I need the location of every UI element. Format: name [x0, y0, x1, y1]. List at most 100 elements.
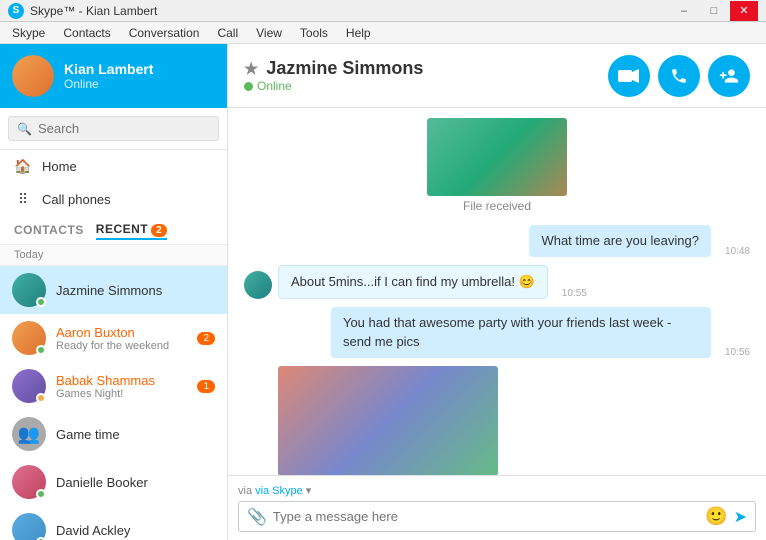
tab-recent[interactable]: RECENT2: [96, 222, 167, 240]
menu-bar: Skype Contacts Conversation Call View To…: [0, 22, 766, 44]
contact-name-jazmine: Jazmine Simmons: [56, 283, 215, 298]
status-dot-babak: [36, 393, 46, 403]
titlebar-left: S Skype™ - Kian Lambert: [8, 3, 157, 19]
chat-header: ★ Jazmine Simmons Online: [228, 44, 766, 108]
chat-status-label: Online: [257, 79, 292, 93]
chat-header-name: ★ Jazmine Simmons: [244, 58, 423, 79]
emoji-button[interactable]: 🙂: [705, 506, 727, 527]
skype-logo: S: [8, 3, 24, 19]
contact-name-danielle: Danielle Booker: [56, 475, 215, 490]
contact-name-babak: Babak Shammas: [56, 373, 187, 388]
contact-avatar-aaron: [12, 321, 46, 355]
search-input[interactable]: [38, 121, 210, 136]
tab-contacts[interactable]: CONTACTS: [14, 223, 84, 239]
contact-danielle[interactable]: Danielle Booker: [0, 458, 227, 506]
add-contact-icon: [719, 66, 739, 86]
contact-avatar-jazmine: [12, 273, 46, 307]
contact-info-aaron: Aaron Buxton Ready for the weekend: [56, 325, 187, 352]
menu-help[interactable]: Help: [338, 24, 379, 42]
via-skype-link[interactable]: via Skype: [255, 485, 303, 497]
contact-avatar-babak: [12, 369, 46, 403]
close-button[interactable]: ✕: [730, 1, 758, 21]
message-row: 10:56 You had that awesome party with yo…: [244, 307, 750, 357]
menu-call[interactable]: Call: [209, 24, 246, 42]
maximize-button[interactable]: □: [700, 1, 728, 21]
profile-name: Kian Lambert: [64, 61, 215, 77]
contact-info-babak: Babak Shammas Games Night!: [56, 373, 187, 400]
message-bubble: About 5mins...if I can find my umbrella!…: [278, 265, 548, 299]
menu-view[interactable]: View: [248, 24, 290, 42]
sender-avatar: [244, 271, 272, 299]
sidebar: Kian Lambert Online 🔍 🏠 Home ⠿ Call phon…: [0, 44, 228, 540]
recent-label: RECENT: [96, 222, 148, 236]
profile-status: Online: [64, 77, 215, 91]
search-icon: 🔍: [17, 122, 32, 136]
dropdown-icon[interactable]: ▾: [306, 484, 312, 497]
title-bar: S Skype™ - Kian Lambert – □ ✕: [0, 0, 766, 22]
file-received-label: File received: [463, 199, 531, 213]
profile-area: Kian Lambert Online: [0, 44, 227, 108]
contact-sub-babak: Games Night!: [56, 388, 187, 400]
contact-jazmine[interactable]: Jazmine Simmons: [0, 266, 227, 314]
recent-badge: 2: [151, 224, 167, 237]
add-contact-button[interactable]: [708, 55, 750, 97]
send-button[interactable]: ➤: [734, 507, 747, 527]
contacts-tabs: CONTACTS RECENT2: [0, 216, 227, 245]
call-button[interactable]: [658, 55, 700, 97]
status-dot-aaron: [36, 345, 46, 355]
contact-babak[interactable]: Babak Shammas Games Night! 1: [0, 362, 227, 410]
menu-conversation[interactable]: Conversation: [121, 24, 208, 42]
video-call-button[interactable]: [608, 55, 650, 97]
contact-sub-aaron: Ready for the weekend: [56, 340, 187, 352]
main-layout: Kian Lambert Online 🔍 🏠 Home ⠿ Call phon…: [0, 44, 766, 540]
received-image: [427, 118, 567, 196]
window-title: Skype™ - Kian Lambert: [30, 4, 157, 18]
message-row: About 5mins...if I can find my umbrella!…: [244, 265, 750, 299]
contact-info-jazmine: Jazmine Simmons: [56, 283, 215, 298]
contact-aaron[interactable]: Aaron Buxton Ready for the weekend 2: [0, 314, 227, 362]
via-skype-label: via via Skype ▾: [238, 484, 756, 497]
call-icon: [670, 67, 688, 85]
contact-info-danielle: Danielle Booker: [56, 475, 215, 490]
menu-tools[interactable]: Tools: [292, 24, 336, 42]
menu-contacts[interactable]: Contacts: [55, 24, 118, 42]
message-time: 10:56: [725, 347, 750, 358]
via-text: via: [238, 485, 252, 497]
home-icon: 🏠: [14, 158, 32, 175]
unread-badge-babak: 1: [197, 380, 215, 393]
contact-avatar-david: [12, 513, 46, 540]
online-dot: [244, 82, 253, 91]
message-wrapper: 10:56 You had that awesome party with yo…: [331, 307, 750, 357]
nav-home[interactable]: 🏠 Home: [0, 150, 227, 183]
star-icon: ★: [244, 59, 258, 79]
message-bubble: You had that awesome party with your fri…: [331, 307, 711, 357]
attach-button[interactable]: 📎: [247, 507, 267, 527]
contact-gametime[interactable]: 👥 Game time: [0, 410, 227, 458]
message-wrapper: 10:48 What time are you leaving?: [529, 225, 750, 257]
message-bubble: What time are you leaving?: [529, 225, 711, 257]
chat-header-status: Online: [244, 79, 423, 93]
message-row: Files received SHOW IN FOLDER 11:04: [244, 366, 750, 475]
status-dot-jazmine: [36, 297, 46, 307]
video-icon: [618, 68, 640, 84]
chat-header-info: ★ Jazmine Simmons Online: [244, 58, 423, 93]
search-bar: 🔍: [0, 108, 227, 150]
search-wrap[interactable]: 🔍: [8, 116, 219, 141]
contact-avatar-danielle: [12, 465, 46, 499]
photo-message: Files received SHOW IN FOLDER: [278, 366, 498, 475]
contact-name-aaron: Aaron Buxton: [56, 325, 187, 340]
window-controls: – □ ✕: [670, 1, 758, 21]
chat-area: ★ Jazmine Simmons Online: [228, 44, 766, 540]
message-row: 10:48 What time are you leaving?: [244, 225, 750, 257]
minimize-button[interactable]: –: [670, 1, 698, 21]
contact-info-gametime: Game time: [56, 427, 215, 442]
nav-callphones[interactable]: ⠿ Call phones: [0, 183, 227, 216]
group-icon-gametime: 👥: [12, 417, 46, 451]
chat-input-area: via via Skype ▾ 📎 🙂 ➤: [228, 475, 766, 540]
message-input[interactable]: [273, 509, 699, 524]
message-wrapper: Files received SHOW IN FOLDER 11:04: [244, 366, 536, 475]
contact-david[interactable]: David Ackley: [0, 506, 227, 540]
contact-name-gametime: Game time: [56, 427, 215, 442]
message-time: 10:48: [725, 246, 750, 257]
menu-skype[interactable]: Skype: [4, 24, 53, 42]
